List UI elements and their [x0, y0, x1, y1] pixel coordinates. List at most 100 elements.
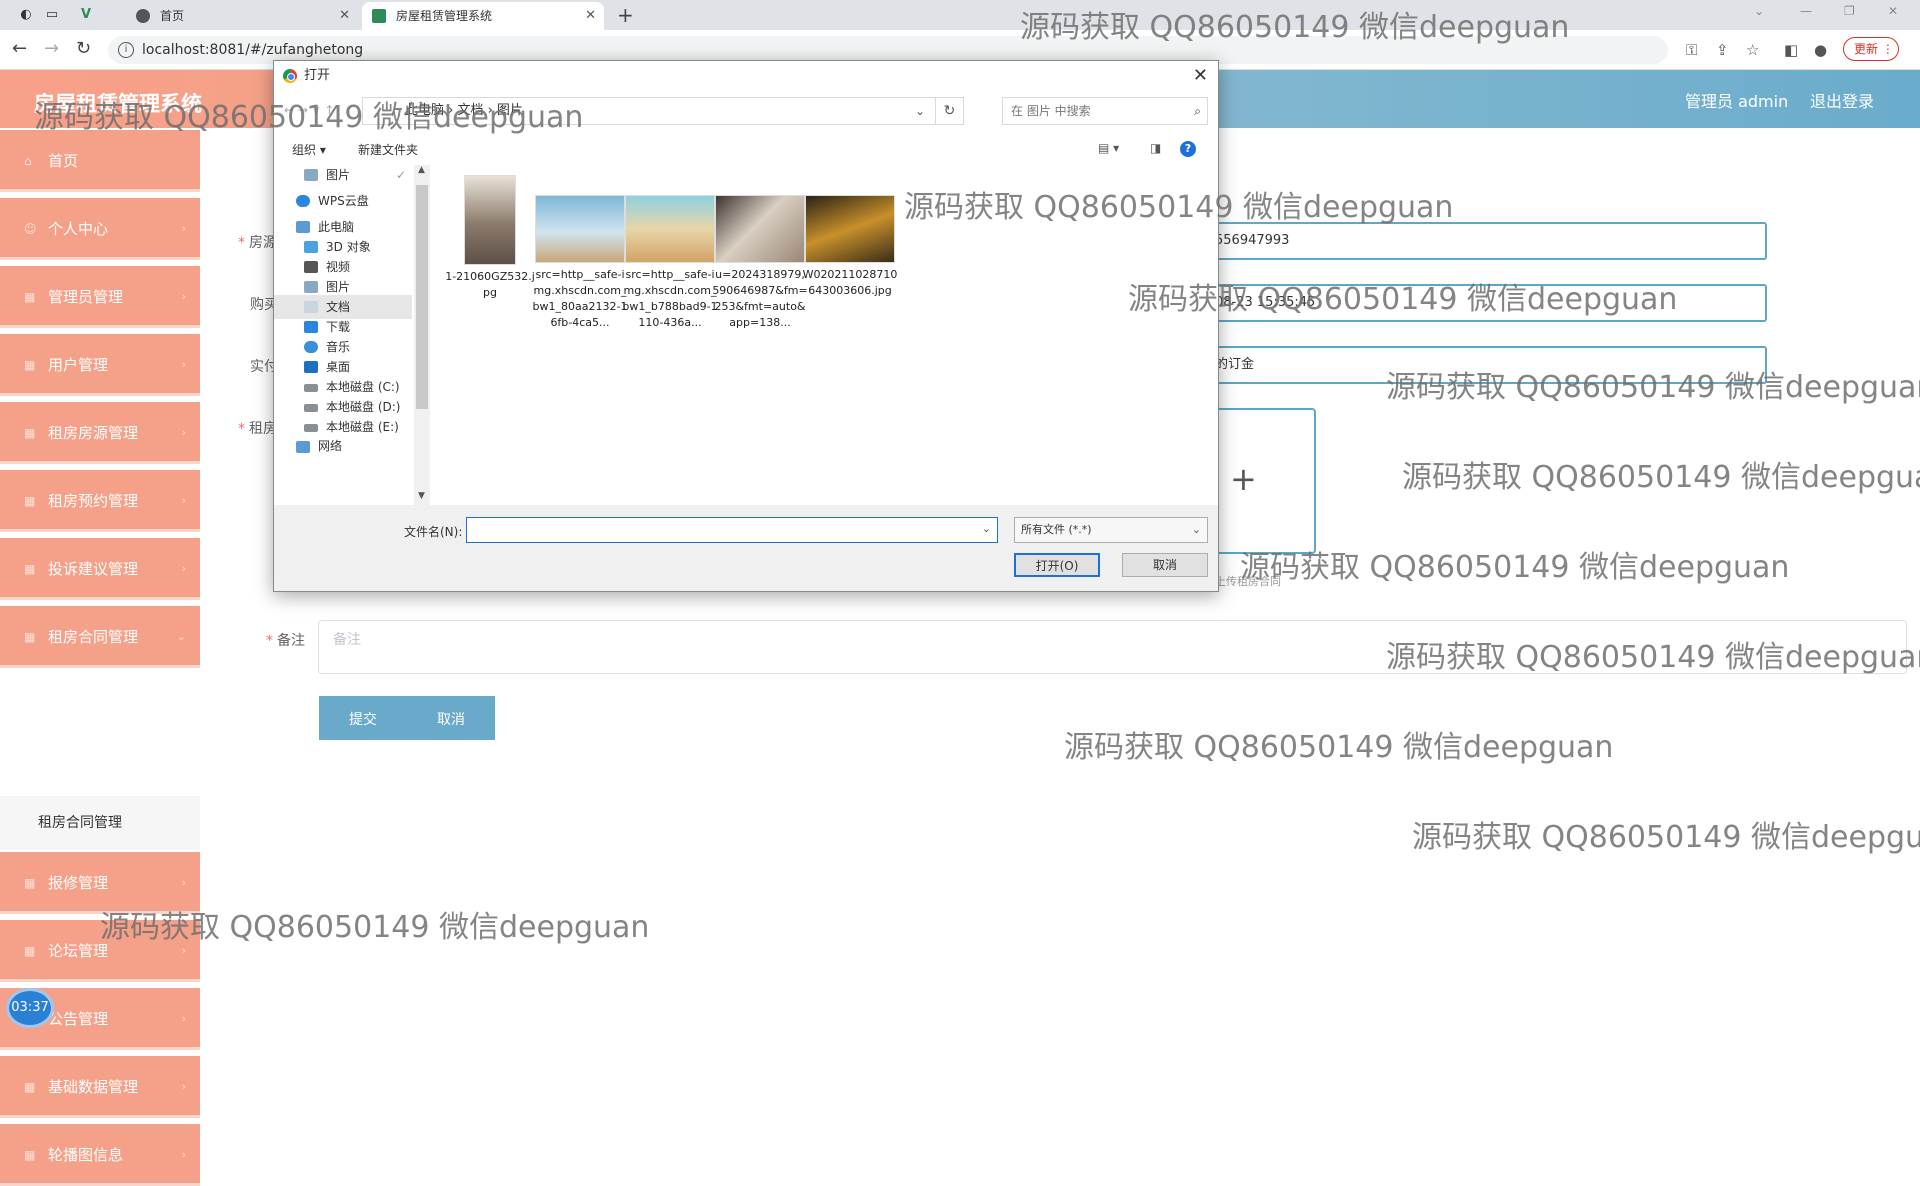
tab-search-icon[interactable]: ▭: [42, 5, 62, 25]
sidebar-item-bookings[interactable]: ▦ 租房预约管理 ›: [0, 470, 200, 532]
image-thumbnail: [715, 195, 805, 263]
image-thumbnail: [625, 195, 715, 263]
close-icon[interactable]: ✕: [1193, 61, 1208, 91]
file-item[interactable]: u=2024318979,590646987&fm=253&fmt=auto&a…: [712, 195, 808, 331]
sidebar-item-basedata[interactable]: ▦ 基础数据管理 ›: [0, 1056, 200, 1118]
new-tab-button[interactable]: +: [617, 2, 634, 28]
home-icon: ⌂: [24, 154, 32, 168]
remark-textarea[interactable]: 备注: [318, 620, 1907, 674]
minimize-icon[interactable]: —: [1800, 4, 1812, 18]
watermark: 源码获取 QQ86050149 微信deepguan: [1240, 550, 1790, 585]
sidebar-item-listings[interactable]: ▦ 租房房源管理 ›: [0, 402, 200, 464]
dialog-titlebar: 打开 ✕: [274, 61, 1218, 91]
share-icon[interactable]: ⇪: [1716, 41, 1729, 59]
tab-app[interactable]: 房屋租赁管理系统 ✕: [362, 2, 604, 30]
sidebar-item-carousel[interactable]: ▦ 轮播图信息 ›: [0, 1124, 200, 1186]
preview-pane-icon[interactable]: ◨: [1150, 141, 1161, 155]
sidebar-item-complaints[interactable]: ▦ 投诉建议管理 ›: [0, 538, 200, 600]
tab-home[interactable]: 首页 ✕: [126, 2, 358, 30]
url-text: localhost:8081/#/zufanghetong: [142, 42, 364, 58]
menu-icon: ▦: [24, 630, 36, 644]
open-button[interactable]: 打开(O): [1014, 553, 1100, 577]
browser-tabstrip: ◐ ▭ V 首页 ✕ 房屋租赁管理系统 ✕ + ⌄ — ❐ ✕: [0, 0, 1920, 30]
menu-icon: ▦: [24, 562, 36, 576]
update-button[interactable]: 更新 ⋮: [1843, 37, 1899, 61]
file-list: 1-21060GZ532.jpg src=http__safe-img.xhsc…: [430, 165, 1218, 505]
info-icon[interactable]: i: [118, 42, 134, 58]
dialog-search-input[interactable]: 在 图片 中搜索 ⌕: [1002, 97, 1208, 125]
recording-timer: 03:37: [6, 988, 54, 1028]
star-icon[interactable]: ☆: [1746, 41, 1759, 59]
chevron-icon: ›: [181, 494, 186, 507]
chevron-down-icon[interactable]: ⌄: [915, 98, 925, 124]
pictures-icon: [304, 169, 318, 181]
nav-item[interactable]: 图片 ✓: [274, 163, 412, 187]
search-icon: ⌕: [1194, 104, 1201, 118]
close-window-icon[interactable]: ✕: [1888, 4, 1898, 18]
dialog-title: 打开: [304, 68, 331, 83]
menu-icon: ▦: [24, 494, 36, 508]
chrome-icon: [283, 69, 297, 83]
back-icon[interactable]: ← → ∨ ↑: [284, 103, 334, 117]
breadcrumb[interactable]: 此电脑 › 文档 › 图片 ⌄: [362, 97, 936, 125]
menu-icon: ▦: [24, 426, 36, 440]
remark-label: * 备注: [266, 633, 305, 649]
profile-icon[interactable]: ●: [1814, 41, 1827, 59]
scroll-down-icon[interactable]: ▼: [418, 491, 425, 501]
download-icon: [304, 321, 318, 333]
forward-icon[interactable]: →: [44, 39, 59, 59]
chevron-icon: ›: [181, 358, 186, 371]
logout-link[interactable]: 退出登录: [1810, 88, 1874, 112]
sidebar-item-users[interactable]: ▦ 用户管理 ›: [0, 334, 200, 396]
nav-scrollbar[interactable]: ▲ ▼: [414, 165, 430, 505]
field-input[interactable]: 08-23 15:35:45: [1205, 284, 1767, 322]
dialog-cancel-button[interactable]: 取消: [1122, 553, 1208, 577]
sidebar-item-repairs[interactable]: ▦ 报修管理 ›: [0, 852, 200, 914]
sidebar-subitem-contracts[interactable]: 租房合同管理: [0, 796, 200, 850]
filetype-select[interactable]: 所有文件 (*.*) ⌄: [1014, 517, 1208, 543]
vue-icon[interactable]: V: [76, 5, 96, 25]
scroll-up-icon[interactable]: ▲: [418, 165, 425, 175]
dialog-address-row: ← → ∨ ↑ 此电脑 › 文档 › 图片 ⌄ ↻ 在 图片 中搜索 ⌕: [274, 91, 1218, 131]
file-item[interactable]: src=http__safe-img.xhscdn.com_bw1_b788ba…: [622, 195, 718, 331]
key-icon[interactable]: ⚿: [1686, 41, 1697, 59]
back-icon[interactable]: ←: [12, 39, 27, 59]
close-tab-icon[interactable]: ✕: [339, 2, 350, 30]
field-input[interactable]: 556947993: [1205, 222, 1767, 260]
close-tab-icon[interactable]: ✕: [585, 2, 596, 30]
organize-menu[interactable]: 组织 ▾: [292, 141, 326, 158]
restore-icon[interactable]: ❐: [1844, 4, 1855, 18]
sidebar-item-profile[interactable]: ☺ 个人中心 ›: [0, 198, 200, 260]
chrome-icon[interactable]: ◐: [16, 5, 36, 25]
chevron-icon: ›: [181, 1012, 186, 1025]
nav-item[interactable]: 网络: [274, 439, 412, 453]
refresh-icon[interactable]: ↻: [936, 97, 964, 125]
cancel-button[interactable]: 取消: [407, 696, 495, 740]
sidebar-item-forum[interactable]: ▦ 论坛管理 ›: [0, 920, 200, 982]
scroll-thumb[interactable]: [416, 185, 428, 409]
help-icon[interactable]: ?: [1180, 141, 1196, 157]
sidebar-item-contracts[interactable]: ▦ 租房合同管理 ⌄: [0, 606, 200, 668]
nav-item[interactable]: WPS云盘: [274, 189, 412, 213]
sidebar-item-admins[interactable]: ▦ 管理员管理 ›: [0, 266, 200, 328]
file-item[interactable]: 1-21060GZ532.jpg: [442, 175, 538, 301]
cloud-icon: [296, 195, 310, 207]
submit-button[interactable]: 提交: [319, 696, 407, 740]
sidepanel-icon[interactable]: ◧: [1784, 41, 1798, 59]
view-icon[interactable]: ▤ ▾: [1098, 141, 1119, 155]
reload-icon[interactable]: ↻: [76, 39, 91, 59]
tab-title: 首页: [160, 9, 185, 23]
chevron-down-icon[interactable]: ⌄: [982, 522, 991, 535]
new-folder-button[interactable]: 新建文件夹: [358, 141, 418, 158]
chevron-down-icon[interactable]: ⌄: [1754, 4, 1764, 18]
file-item[interactable]: src=http__safe-img.xhscdn.com_bw1_80aa21…: [532, 195, 628, 331]
filename-input[interactable]: ⌄: [466, 517, 998, 543]
file-item[interactable]: W020211028710643003606.jpg: [802, 195, 898, 299]
image-thumbnail: [464, 175, 516, 265]
sidebar-item-home[interactable]: ⌂ 首页: [0, 130, 200, 192]
nav-item[interactable]: 本地磁盘 (E:): [274, 415, 412, 439]
chevron-icon: ⌄: [176, 630, 186, 643]
chevron-icon: ›: [181, 426, 186, 439]
field-input[interactable]: 的订金: [1205, 346, 1767, 384]
chevron-icon: ›: [181, 290, 186, 303]
